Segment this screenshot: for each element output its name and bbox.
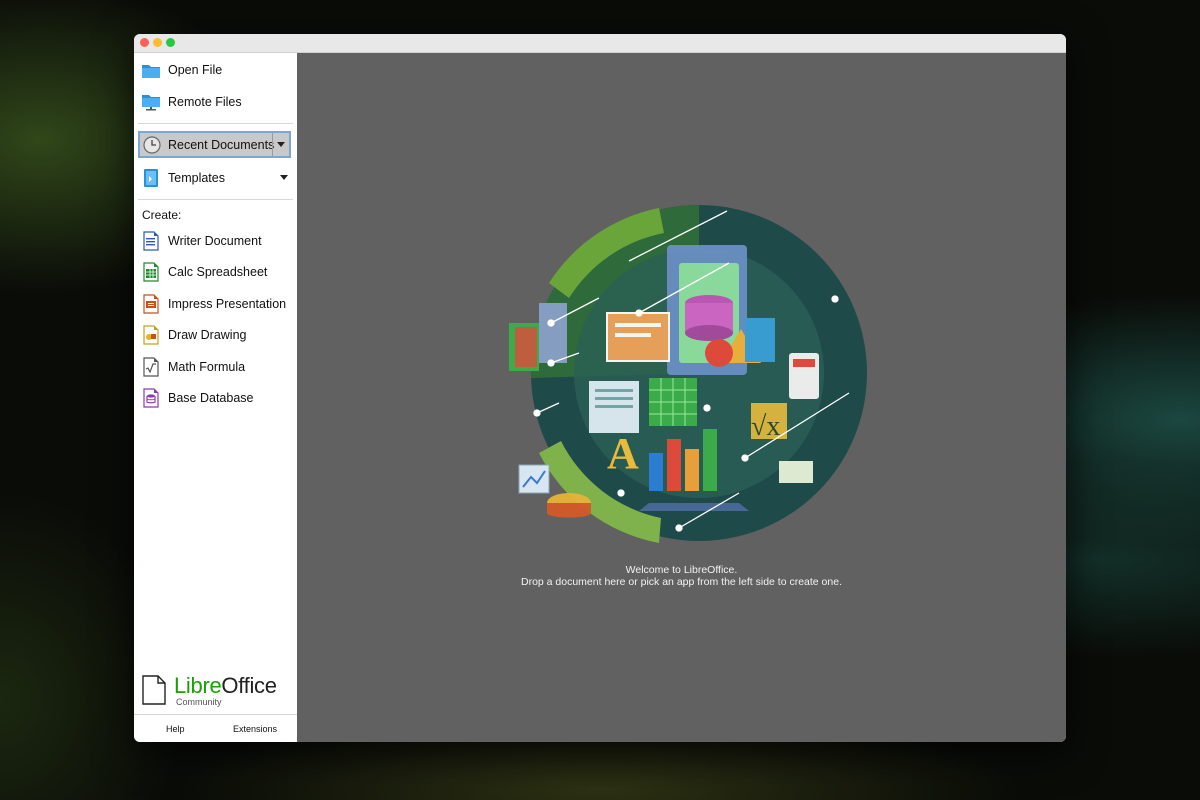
sidebar-footer: Help Extensions — [134, 714, 297, 742]
templates-chevron-down-icon[interactable] — [280, 175, 288, 180]
impress-icon — [140, 293, 162, 315]
welcome-illustration: A √x — [509, 204, 867, 543]
create-item-label: Calc Spreadsheet — [168, 265, 268, 279]
folder-icon — [140, 59, 162, 81]
templates-button[interactable]: Templates — [140, 164, 290, 192]
create-draw-drawing[interactable]: Draw Drawing — [140, 321, 290, 349]
remote-folder-icon — [140, 91, 162, 113]
draw-icon — [140, 324, 162, 346]
create-heading: Create: — [142, 208, 182, 222]
welcome-subtitle: Drop a document here or pick an app from… — [520, 576, 842, 588]
minimize-window-button[interactable] — [153, 38, 162, 47]
create-item-label: Writer Document — [168, 234, 262, 248]
recent-documents-dropdown[interactable] — [272, 133, 289, 156]
libreoffice-document-logo-icon — [142, 675, 166, 705]
base-icon — [140, 387, 162, 409]
create-base-database[interactable]: Base Database — [140, 384, 290, 412]
extensions-button[interactable]: Extensions — [233, 724, 277, 734]
open-file-label: Open File — [168, 63, 223, 77]
svg-text:√x: √x — [751, 411, 780, 442]
libreoffice-logo: LibreOffice Community — [142, 673, 292, 709]
create-item-label: Base Database — [168, 391, 254, 405]
sidebar-divider-2 — [138, 199, 293, 200]
create-item-label: Draw Drawing — [168, 328, 247, 342]
recent-documents-drop-area[interactable]: A √x Welcome to LibreOffice. Drop a docu… — [297, 53, 1066, 742]
remote-files-label: Remote Files — [168, 95, 242, 109]
logo-wordmark: LibreOffice — [174, 673, 277, 698]
title-bar — [134, 34, 1066, 53]
create-writer-document[interactable]: Writer Document — [140, 227, 290, 255]
writer-icon — [140, 230, 162, 252]
clock-icon — [142, 135, 162, 155]
libreoffice-start-center-window: Open File Remote Files Recent Documents … — [134, 34, 1066, 742]
math-icon — [140, 356, 162, 378]
create-item-label: Math Formula — [168, 360, 246, 374]
create-impress-presentation[interactable]: Impress Presentation — [140, 290, 290, 318]
remote-files-button[interactable]: Remote Files — [140, 88, 290, 116]
welcome-title: Welcome to LibreOffice. — [625, 564, 738, 576]
chevron-down-icon — [277, 142, 285, 147]
close-window-button[interactable] — [140, 38, 149, 47]
help-button[interactable]: Help — [166, 724, 185, 734]
create-item-label: Impress Presentation — [168, 297, 287, 311]
open-file-button[interactable]: Open File — [140, 56, 290, 84]
templates-label: Templates — [168, 171, 225, 185]
create-math-formula[interactable]: Math Formula — [140, 353, 290, 381]
templates-icon — [140, 167, 162, 189]
calc-icon — [140, 261, 162, 283]
recent-documents-label: Recent Documents — [168, 137, 275, 152]
logo-edition: Community — [176, 697, 222, 707]
start-center-sidebar: Open File Remote Files Recent Documents … — [134, 53, 297, 742]
svg-text:A: A — [607, 429, 639, 478]
sidebar-divider — [138, 123, 293, 124]
create-calc-spreadsheet[interactable]: Calc Spreadsheet — [140, 258, 290, 286]
zoom-window-button[interactable] — [166, 38, 175, 47]
recent-documents-button[interactable]: Recent Documents — [138, 131, 291, 158]
